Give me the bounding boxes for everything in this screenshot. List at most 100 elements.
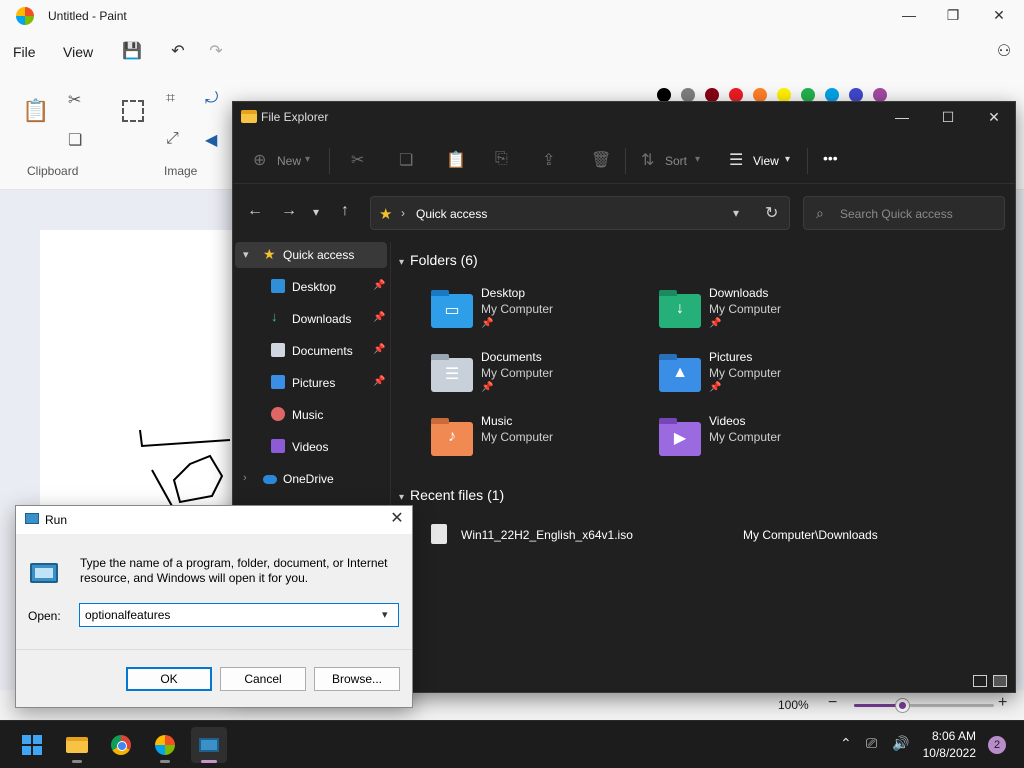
sidebar-item-documents[interactable]: Documents 📌: [235, 338, 387, 364]
sidebar-item-videos[interactable]: Videos: [235, 434, 387, 460]
address-bar[interactable]: ★ › Quick access ▾ ↻: [370, 196, 790, 230]
folder-tab: [431, 418, 449, 424]
rename-icon[interactable]: ⎘: [495, 150, 508, 168]
copy-icon[interactable]: ❏: [399, 150, 413, 170]
browse-button[interactable]: Browse...: [314, 667, 400, 691]
taskbar-paint[interactable]: [147, 727, 183, 763]
redo-icon[interactable]: ↷: [204, 40, 228, 64]
view-icon[interactable]: ☰: [729, 150, 743, 170]
up-arrow-icon[interactable]: ↑: [341, 202, 349, 220]
clock-date[interactable]: 10/8/2022: [916, 746, 976, 760]
folders-section-header[interactable]: ▾ Folders (6): [399, 252, 478, 268]
cut-icon[interactable]: ✂: [351, 150, 364, 170]
zoom-slider-thumb[interactable]: [896, 699, 910, 712]
share-icon[interactable]: ⚇: [992, 40, 1016, 64]
search-box[interactable]: ⌕: [803, 196, 1005, 230]
chevron-up-icon[interactable]: ⌃: [840, 735, 852, 752]
sidebar-item-music[interactable]: Music: [235, 402, 387, 428]
refresh-icon[interactable]: ↻: [765, 203, 778, 223]
color-swatch[interactable]: [873, 88, 887, 102]
undo-icon[interactable]: ↶: [166, 40, 190, 64]
sidebar-item-pictures[interactable]: Pictures 📌: [235, 370, 387, 396]
color-swatch[interactable]: [825, 88, 839, 102]
chevron-down-icon[interactable]: ▾: [733, 206, 739, 220]
paste-icon[interactable]: 📋: [446, 150, 466, 170]
clock-time[interactable]: 8:06 AM: [926, 729, 976, 743]
recent-section-header[interactable]: ▾ Recent files (1): [399, 487, 504, 503]
close-button[interactable]: ✕: [976, 0, 1022, 32]
windows-logo-icon: [22, 735, 42, 755]
folder-tile-downloads[interactable]: ↓ Downloads My Computer 📌: [651, 286, 871, 346]
resize-icon[interactable]: ⤢: [166, 130, 179, 148]
folder-tile-music[interactable]: ♪ Music My Computer: [423, 414, 643, 474]
taskbar-chrome[interactable]: [103, 727, 139, 763]
share-icon[interactable]: ⇪: [542, 150, 555, 170]
open-combobox[interactable]: ▾: [79, 603, 399, 627]
color-swatch[interactable]: [705, 88, 719, 102]
view-button[interactable]: View: [753, 154, 779, 168]
flip-icon[interactable]: ◀: [205, 130, 217, 150]
menu-view[interactable]: View: [63, 44, 93, 60]
recent-file-path: My Computer\Downloads: [743, 528, 878, 542]
zoom-in-button[interactable]: +: [998, 694, 1007, 712]
sidebar-item-onedrive[interactable]: › OneDrive: [235, 466, 387, 492]
menu-file[interactable]: File: [13, 44, 36, 60]
details-view-icon[interactable]: [973, 675, 987, 687]
paste-icon[interactable]: 📋: [22, 98, 49, 124]
start-button[interactable]: [14, 727, 50, 763]
sidebar-item-quick-access[interactable]: ▾ ★ Quick access: [235, 242, 387, 268]
new-button[interactable]: New: [277, 154, 301, 168]
folder-glyph: ▭: [444, 302, 460, 319]
folder-tile-documents[interactable]: ☰ Documents My Computer 📌: [423, 350, 643, 410]
running-indicator: [201, 760, 217, 763]
copy-icon[interactable]: ❏: [68, 130, 82, 150]
color-swatch[interactable]: [657, 88, 671, 102]
delete-icon[interactable]: 🗑: [591, 150, 611, 170]
folder-tile-pictures[interactable]: ▲ Pictures My Computer 📌: [651, 350, 871, 410]
notification-badge[interactable]: 2: [988, 736, 1006, 754]
minimize-button[interactable]: —: [886, 0, 932, 32]
forward-arrow-icon[interactable]: →: [281, 202, 297, 220]
zoom-out-button[interactable]: −: [828, 694, 837, 712]
volume-icon[interactable]: 🔊: [892, 735, 909, 752]
folder-tile-videos[interactable]: ▶ Videos My Computer: [651, 414, 871, 474]
pin-icon: 📌: [373, 376, 386, 387]
sidebar-item-desktop[interactable]: Desktop 📌: [235, 274, 387, 300]
cancel-button[interactable]: Cancel: [220, 667, 306, 691]
zoom-slider[interactable]: [854, 699, 994, 712]
new-icon[interactable]: ⊕: [253, 150, 266, 170]
ok-button[interactable]: OK: [126, 667, 212, 691]
explorer-close-button[interactable]: ✕: [971, 102, 1017, 134]
folder-tile-desktop[interactable]: ▭ Desktop My Computer 📌: [423, 286, 643, 346]
rotate-icon[interactable]: ⤾: [205, 90, 218, 108]
taskbar-file-explorer[interactable]: [59, 727, 95, 763]
more-options-button[interactable]: •••: [823, 150, 838, 166]
color-swatch[interactable]: [777, 88, 791, 102]
sort-icon[interactable]: ⇅: [641, 150, 654, 170]
select-icon[interactable]: [122, 100, 144, 122]
sort-button[interactable]: Sort: [665, 154, 687, 168]
color-swatch[interactable]: [801, 88, 815, 102]
network-icon[interactable]: ⎚: [866, 735, 877, 752]
color-swatch[interactable]: [681, 88, 695, 102]
sidebar-item-downloads[interactable]: ↓ Downloads 📌: [235, 306, 387, 332]
run-close-button[interactable]: ✕: [382, 508, 412, 532]
run-command-input[interactable]: [85, 607, 375, 623]
tiles-view-icon[interactable]: [993, 675, 1007, 687]
color-swatch[interactable]: [849, 88, 863, 102]
cut-icon[interactable]: ✂: [68, 90, 81, 110]
maximize-button[interactable]: ❐: [930, 0, 976, 32]
color-swatch[interactable]: [729, 88, 743, 102]
save-icon[interactable]: 💾: [120, 40, 144, 64]
chevron-down-icon[interactable]: ▾: [382, 608, 388, 621]
back-arrow-icon[interactable]: ←: [247, 202, 263, 220]
explorer-minimize-button[interactable]: —: [879, 102, 925, 134]
address-path[interactable]: Quick access: [416, 207, 487, 221]
taskbar-run[interactable]: [191, 727, 227, 763]
explorer-maximize-button[interactable]: ☐: [925, 102, 971, 134]
crop-icon[interactable]: ⌗: [166, 90, 175, 108]
search-input[interactable]: [840, 205, 1000, 223]
list-item[interactable]: Win11_22H2_English_x64v1.iso My Computer\…: [423, 522, 983, 548]
color-swatch[interactable]: [753, 88, 767, 102]
recent-locations-icon[interactable]: ▾: [313, 205, 319, 219]
